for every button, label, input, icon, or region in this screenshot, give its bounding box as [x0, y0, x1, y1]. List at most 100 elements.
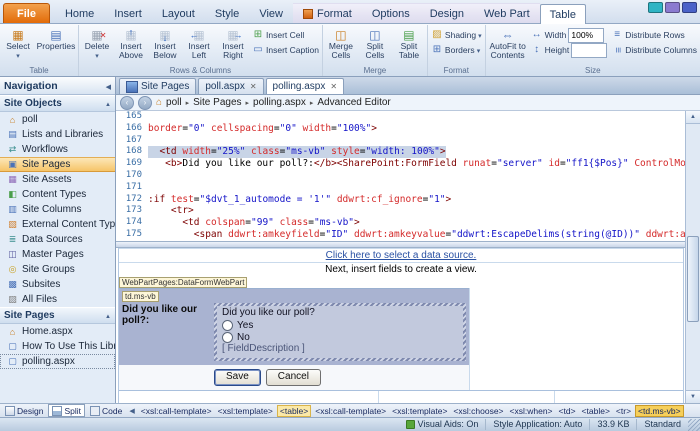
- sidebar-item[interactable]: Site Assets: [0, 172, 115, 187]
- insert-right-button[interactable]: Insert Right: [216, 26, 250, 66]
- sidebar-item[interactable]: poll: [0, 112, 115, 127]
- table-cell[interactable]: [379, 391, 555, 403]
- code-line[interactable]: 174 <td colspan="99" class="ms-vb">: [116, 217, 685, 229]
- sidebar-item[interactable]: Site Columns: [0, 202, 115, 217]
- vertical-scrollbar[interactable]: ▲ ▼: [685, 111, 700, 403]
- visual-aids-status[interactable]: Visual Aids: On: [399, 419, 486, 430]
- option-yes[interactable]: Yes: [222, 319, 458, 331]
- breadcrumb-item[interactable]: Site Pages: [193, 97, 241, 108]
- autofit-button[interactable]: AutoFit to Contents: [487, 26, 529, 66]
- scroll-up-icon[interactable]: ▲: [686, 111, 700, 124]
- ribbon-tab[interactable]: File: [3, 3, 50, 23]
- breadcrumb-item[interactable]: poll: [166, 97, 182, 108]
- forward-icon[interactable]: ›: [138, 96, 152, 110]
- webpart-tag-chip[interactable]: WebPartPages:DataFormWebPart: [119, 277, 247, 288]
- site-objects-header[interactable]: Site Objects: [0, 95, 115, 112]
- code-line[interactable]: 165: [116, 111, 685, 123]
- sidebar-item[interactable]: Master Pages: [0, 247, 115, 262]
- ribbon-tab[interactable]: Style: [205, 3, 249, 23]
- sidebar-item[interactable]: Content Types: [0, 187, 115, 202]
- ribbon-tab[interactable]: Web Part: [474, 3, 540, 23]
- tag-selector-item[interactable]: <xsl:template>: [216, 406, 275, 416]
- insert-left-button[interactable]: Insert Left: [182, 26, 216, 66]
- code-line[interactable]: 170: [116, 170, 685, 182]
- close-tab-icon[interactable]: ✕: [250, 82, 257, 91]
- code-line[interactable]: 172:if test="$dvt_1_automode = '1'" ddwr…: [116, 194, 685, 206]
- collapse-pane-icon[interactable]: [106, 80, 111, 92]
- ribbon-tab[interactable]: Options: [362, 3, 420, 23]
- insert-cell-button[interactable]: Insert Cell: [250, 28, 321, 42]
- properties-button[interactable]: Properties: [35, 26, 77, 66]
- breadcrumb-item[interactable]: polling.aspx: [253, 97, 306, 108]
- tab-site-pages[interactable]: Site Pages: [119, 78, 196, 94]
- ribbon-tab[interactable]: Design: [420, 3, 474, 23]
- tag-selector-item[interactable]: <xsl:call-template>: [313, 406, 388, 416]
- ribbon-tab[interactable]: Home: [55, 3, 104, 23]
- code-line[interactable]: 169 <b>Did you like our poll?:</b><Share…: [116, 158, 685, 170]
- tag-selector-item[interactable]: <td>: [557, 406, 578, 416]
- design-view[interactable]: Click here to select a data source. Next…: [116, 248, 685, 403]
- scrollbar-track[interactable]: [686, 124, 700, 390]
- tag-scroll-left-icon[interactable]: ◀: [127, 407, 136, 415]
- sidebar-item[interactable]: Lists and Libraries: [0, 127, 115, 142]
- shading-button[interactable]: Shading: [429, 28, 484, 42]
- radio-icon[interactable]: [222, 332, 233, 343]
- style-application-status[interactable]: Style Application: Auto: [485, 419, 589, 430]
- table-cell[interactable]: [119, 391, 379, 403]
- insert-below-button[interactable]: Insert Below: [148, 26, 182, 66]
- tab-polling-aspx[interactable]: polling.aspx ✕: [266, 78, 345, 94]
- ribbon-tab[interactable]: View: [249, 3, 293, 23]
- sidebar-item[interactable]: Workflows: [0, 142, 115, 157]
- sidebar-item[interactable]: Subsites: [0, 277, 115, 292]
- split-table-button[interactable]: Split Table: [392, 26, 426, 66]
- breadcrumb-item[interactable]: Advanced Editor: [317, 97, 390, 108]
- sidebar-item[interactable]: External Content Types: [0, 217, 115, 232]
- tag-selector-item[interactable]: <xsl:call-template>: [139, 406, 214, 416]
- tag-selector-item[interactable]: <table>: [580, 406, 612, 416]
- table-cell[interactable]: [555, 391, 683, 403]
- site-pages-header[interactable]: Site Pages: [0, 307, 115, 324]
- formfield-control[interactable]: Did you like our poll? Yes: [214, 303, 466, 361]
- select-button[interactable]: Select: [1, 26, 35, 66]
- sidebar-item[interactable]: All Files: [0, 292, 115, 307]
- split-view-divider[interactable]: [116, 241, 685, 248]
- select-data-source-link[interactable]: Click here to select a data source.: [326, 250, 477, 261]
- delete-button[interactable]: Delete: [80, 26, 114, 66]
- ribbon-tab[interactable]: Format: [293, 3, 362, 23]
- ribbon-tab[interactable]: Layout: [152, 3, 205, 23]
- sidebar-page-item[interactable]: Home.aspx: [0, 324, 115, 339]
- radio-icon[interactable]: [222, 320, 233, 331]
- sidebar-page-item[interactable]: polling.aspx: [0, 354, 115, 369]
- code-line[interactable]: 167: [116, 135, 685, 147]
- scroll-down-icon[interactable]: ▼: [686, 390, 700, 403]
- code-line[interactable]: 173 <tr>: [116, 205, 685, 217]
- code-line[interactable]: 175 <span ddwrt:amkeyfield="ID" ddwrt:am…: [116, 229, 685, 241]
- option-no[interactable]: No: [222, 331, 458, 343]
- tag-selector-item[interactable]: <xsl:choose>: [451, 406, 505, 416]
- code-view-button[interactable]: Code: [87, 405, 125, 416]
- sidebar-item[interactable]: Site Groups: [0, 262, 115, 277]
- sidebar-page-item[interactable]: How To Use This Library.aspx: [0, 339, 115, 354]
- insert-above-button[interactable]: Insert Above: [114, 26, 148, 66]
- distribute-rows-button[interactable]: Distribute Rows: [609, 28, 699, 42]
- resize-grip[interactable]: [688, 419, 700, 431]
- ribbon-tab[interactable]: Insert: [104, 3, 152, 23]
- close-button[interactable]: [682, 2, 697, 13]
- code-line[interactable]: 171: [116, 182, 685, 194]
- scrollbar-thumb[interactable]: [687, 236, 699, 322]
- sidebar-item[interactable]: Data Sources: [0, 232, 115, 247]
- dataform-webpart[interactable]: td.ms-vb Did you like our poll?: Did you…: [119, 288, 469, 390]
- layout-table[interactable]: [119, 390, 683, 403]
- tab-poll-aspx[interactable]: poll.aspx ✕: [198, 78, 263, 94]
- close-tab-icon[interactable]: ✕: [330, 82, 337, 91]
- save-button[interactable]: Save: [214, 369, 261, 386]
- split-view-button[interactable]: Split: [48, 404, 85, 417]
- minimize-button[interactable]: [648, 2, 663, 13]
- ribbon-tab[interactable]: Table: [540, 4, 586, 24]
- cell-tag-chip[interactable]: td.ms-vb: [122, 291, 159, 302]
- distribute-columns-button[interactable]: Distribute Columns: [609, 43, 699, 57]
- merge-cells-button[interactable]: Merge Cells: [324, 26, 358, 66]
- insert-caption-button[interactable]: Insert Caption: [250, 43, 321, 57]
- code-view[interactable]: 165166border="0" cellspacing="0" width="…: [116, 111, 685, 241]
- height-input[interactable]: [571, 43, 607, 58]
